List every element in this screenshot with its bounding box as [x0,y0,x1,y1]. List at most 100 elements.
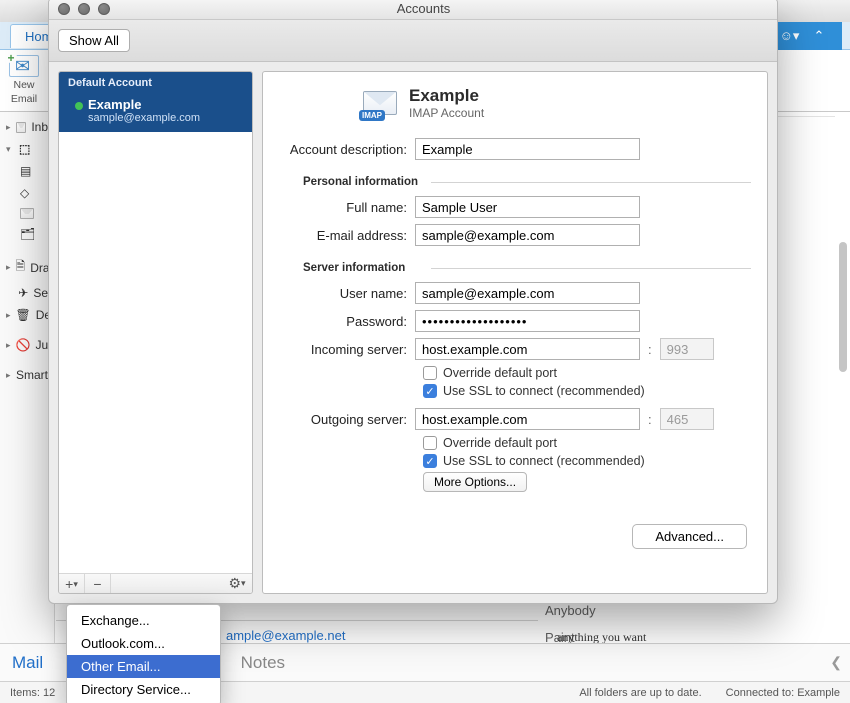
folder-sidebar[interactable]: ▸ Inb ▾⬚ ▤ ◇ 🗂 ▸🗎Dra ✈Se ▸🗑Del ▸🚫Ju ▸ Smar… [0,112,55,681]
remove-account-button[interactable]: − [85,574,111,593]
sidebar-sub3[interactable] [0,204,54,223]
accounts-titlebar: Accounts [49,0,777,20]
status-sync: All folders are up to date. [579,687,701,699]
chevron-right-icon: ▸ [6,262,11,273]
outgoing-ssl-label: Use SSL to connect (recommended) [443,454,645,468]
account-settings-button[interactable]: ⚙▾ [222,575,252,592]
outgoing-ssl-checkbox[interactable]: ✓ [423,454,437,468]
account-name: Example [88,97,141,112]
sidebar-junk[interactable]: ▸🚫Ju [0,334,54,356]
sidebar-item-label: Se [33,286,48,300]
outgoing-override-row[interactable]: Override default port [423,436,747,450]
chevron-right-icon: ▸ [6,340,11,351]
account-list-panel: Default Account Example sample@example.c… [58,71,253,594]
scrollbar-thumb[interactable] [839,242,847,372]
sidebar-item-label: Ju [35,338,48,352]
sidebar-inbox[interactable]: ▸ Inb [0,116,54,138]
more-options-button[interactable]: More Options... [423,472,527,492]
sidebar-sub1[interactable]: ▤ [0,160,54,182]
chevron-right-icon: ▸ [6,370,11,381]
sidebar-deleted[interactable]: ▸🗑Del [0,304,54,326]
sidebar-sub4[interactable]: 🗂 [0,223,54,245]
account-list-header: Default Account [59,72,252,94]
chevron-right-icon: ▸ [6,310,11,321]
account-subtitle: IMAP Account [409,106,484,120]
menu-item-directory[interactable]: Directory Service... [67,678,220,701]
incoming-server-field[interactable] [415,338,640,360]
username-field[interactable] [415,282,640,304]
account-title: Example [409,86,484,106]
sidebar-sub2[interactable]: ◇ [0,182,54,204]
outgoing-server-field[interactable] [415,408,640,430]
outgoing-override-label: Override default port [443,436,557,450]
new-email-label-1: New [9,79,39,92]
add-account-button[interactable]: +▾ [59,574,85,593]
envelope-plus-icon [9,55,39,77]
sidebar-item-label: Inb [31,120,48,134]
outgoing-override-checkbox[interactable] [423,436,437,450]
outgoing-port-field [660,408,714,430]
incoming-ssl-row[interactable]: ✓ Use SSL to connect (recommended) [423,384,747,398]
accounts-window: Accounts Show All Default Account Exampl… [48,0,778,604]
label-incoming: Incoming server: [283,342,415,357]
imap-badge: IMAP [359,110,385,121]
sidebar-drafts[interactable]: ▸🗎Dra [0,253,54,282]
label-username: User name: [283,286,415,301]
accounts-toolbar: Show All [49,20,777,62]
chevron-down-icon: ▾ [6,144,14,155]
account-list-tools: +▾ − ⚙▾ [59,573,252,593]
scroll-right-icon[interactable]: ❮ [830,654,842,671]
new-email-button[interactable]: New Email [9,55,39,105]
account-list-item[interactable]: Example sample@example.com [59,94,252,132]
sidebar-account-header[interactable]: ▾⬚ [0,138,54,160]
incoming-override-label: Override default port [443,366,557,380]
incoming-ssl-checkbox[interactable]: ✓ [423,384,437,398]
port-separator: : [640,412,660,427]
account-email: sample@example.com [88,112,243,124]
incoming-ssl-label: Use SSL to connect (recommended) [443,384,645,398]
menu-item-outlook[interactable]: Outlook.com... [67,632,220,655]
envelope-icon [16,122,26,133]
label-fullname: Full name: [283,200,415,215]
description-field[interactable] [415,138,640,160]
status-connection: Connected to: Example [726,687,840,699]
outgoing-ssl-row[interactable]: ✓ Use SSL to connect (recommended) [423,454,747,468]
smiley-icon[interactable]: ☺▾ [780,28,800,44]
status-items: Items: 12 [10,687,55,699]
incoming-override-row[interactable]: Override default port [423,366,747,380]
account-list-empty [59,132,252,573]
menu-item-other-email[interactable]: Other Email... [67,655,220,678]
sidebar-smart[interactable]: ▸ Smart [0,364,54,386]
sidebar-sent[interactable]: ✈Se [0,282,54,304]
close-window-icon[interactable] [58,3,70,15]
vertical-scrollbar[interactable] [839,242,847,675]
section-personal: Personal information [303,176,747,188]
advanced-button[interactable]: Advanced... [632,524,747,549]
nav-mail[interactable]: Mail [12,653,43,673]
status-dot-online-icon [75,102,83,110]
sidebar-item-label: Dra [30,261,49,275]
section-server: Server information [303,262,747,274]
sidebar-item-label: Smart [16,368,48,382]
nav-notes[interactable]: Notes [241,653,285,673]
label-password: Password: [283,314,415,329]
incoming-port-field [660,338,714,360]
show-all-button[interactable]: Show All [58,29,130,52]
label-outgoing: Outgoing server: [283,412,415,427]
password-field[interactable] [415,310,640,332]
chevron-right-icon: ▸ [6,122,11,133]
add-account-menu[interactable]: Exchange... Outlook.com... Other Email..… [66,604,221,703]
email-field[interactable] [415,224,640,246]
new-email-label-2: Email [9,93,39,106]
fullname-field[interactable] [415,196,640,218]
menu-item-exchange[interactable]: Exchange... [67,609,220,632]
accounts-title: Accounts [70,1,777,16]
collapse-ribbon-icon[interactable]: ⌃ [813,28,824,44]
label-email: E-mail address: [283,228,415,243]
port-separator: : [640,342,660,357]
label-description: Account description: [283,142,415,157]
from-address: ample@example.net [226,628,345,643]
account-header: IMAP Example IMAP Account [363,86,747,120]
account-detail-panel: IMAP Example IMAP Account Account descri… [262,71,768,594]
incoming-override-checkbox[interactable] [423,366,437,380]
